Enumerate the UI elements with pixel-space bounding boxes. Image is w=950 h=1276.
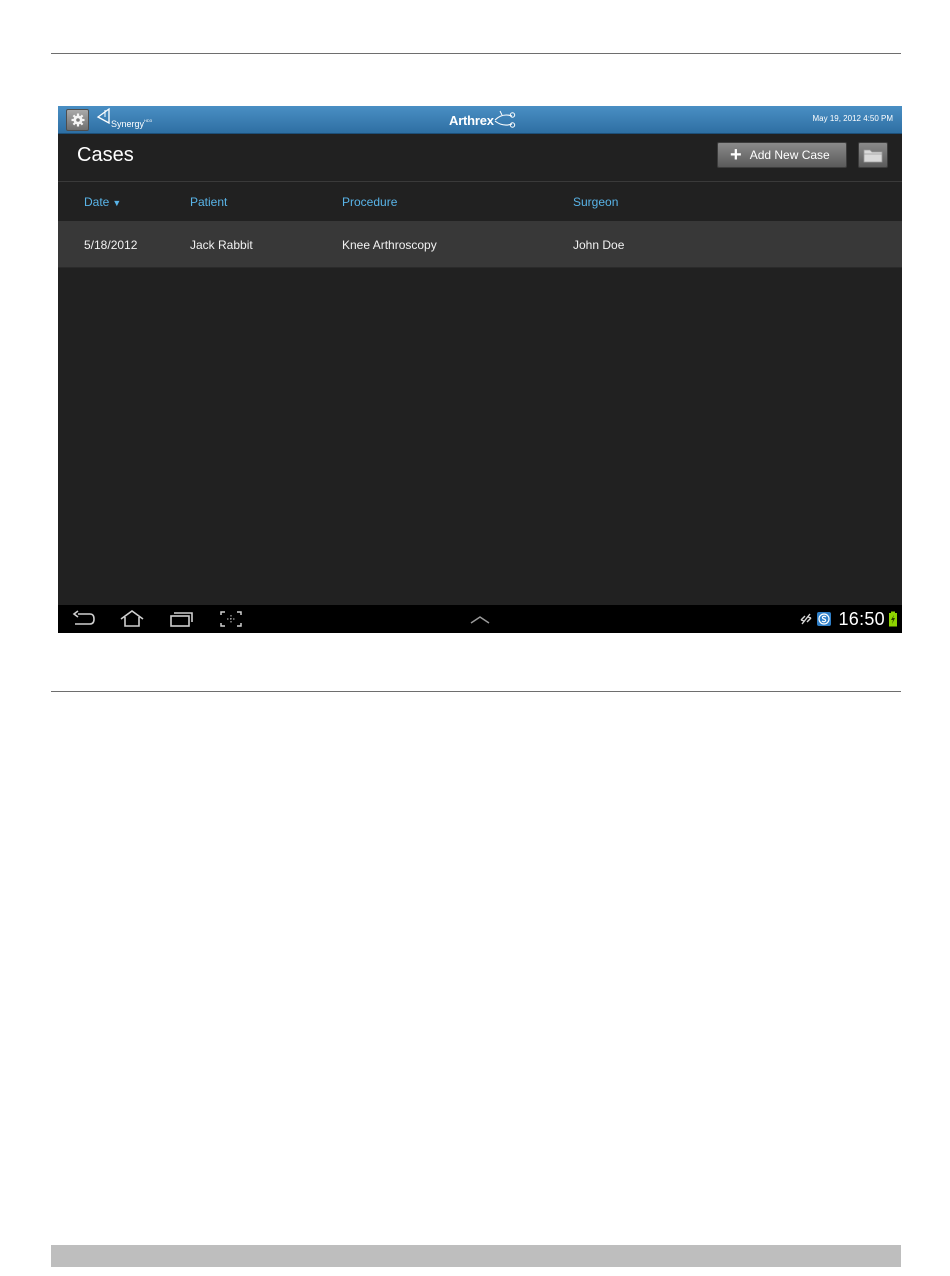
screenshot-icon[interactable] xyxy=(219,610,243,628)
column-header-procedure[interactable]: Procedure xyxy=(342,195,397,209)
battery-charging-icon xyxy=(889,611,897,627)
synergy-mark-icon xyxy=(96,108,110,125)
synergy-brand-text: SynergyHD3 xyxy=(111,118,153,129)
add-new-case-label: Add New Case xyxy=(749,148,830,162)
add-new-case-button[interactable]: + Add New Case xyxy=(717,142,847,168)
up-chevron-icon[interactable] xyxy=(468,610,492,628)
table-row[interactable]: 5/18/2012 Jack Rabbit Knee Arthroscopy J… xyxy=(58,221,902,268)
tablet-screen: SynergyHD3 Arthrex May 19, 2012 4:50 PM … xyxy=(58,106,902,633)
page-top-rule xyxy=(51,53,901,54)
column-header-surgeon[interactable]: Surgeon xyxy=(573,195,618,209)
open-folder-button[interactable] xyxy=(858,142,888,168)
table-column-headers: Date ▼ Patient Procedure Surgeon xyxy=(58,182,902,220)
sync-icon xyxy=(800,613,812,625)
arthrex-logo: Arthrex xyxy=(449,110,516,130)
page-footer-bar xyxy=(51,1245,901,1267)
home-icon[interactable] xyxy=(119,610,145,628)
app-datetime: May 19, 2012 4:50 PM xyxy=(812,114,894,123)
cell-surgeon: John Doe xyxy=(573,238,625,252)
recent-apps-icon[interactable] xyxy=(169,610,193,628)
back-icon[interactable] xyxy=(72,610,96,628)
app-bar: SynergyHD3 Arthrex May 19, 2012 4:50 PM xyxy=(58,106,902,134)
plus-icon: + xyxy=(730,144,742,166)
folder-icon xyxy=(863,149,883,163)
column-header-patient[interactable]: Patient xyxy=(190,195,227,209)
cell-patient: Jack Rabbit xyxy=(190,238,253,252)
android-system-bar: 16:50 xyxy=(58,605,902,633)
page-title: Cases xyxy=(77,144,134,166)
settings-button[interactable] xyxy=(66,109,89,131)
page-middle-rule xyxy=(51,691,901,692)
sort-descending-icon: ▼ xyxy=(112,198,122,208)
system-clock: 16:50 xyxy=(838,608,885,629)
column-header-date[interactable]: Date ▼ xyxy=(84,195,121,209)
arthrex-brand-text: Arthrex xyxy=(449,112,494,128)
gear-icon xyxy=(71,113,84,127)
cell-procedure: Knee Arthroscopy xyxy=(342,238,437,252)
synergy-logo: SynergyHD3 xyxy=(96,108,152,132)
cell-date: 5/18/2012 xyxy=(84,238,138,252)
cases-header: Cases + Add New Case xyxy=(58,134,902,182)
status-area[interactable]: 16:50 xyxy=(799,609,898,629)
arthrex-mark-icon xyxy=(494,110,516,128)
s-app-icon xyxy=(817,612,832,626)
cases-table-body: 5/18/2012 Jack Rabbit Knee Arthroscopy J… xyxy=(58,221,902,268)
